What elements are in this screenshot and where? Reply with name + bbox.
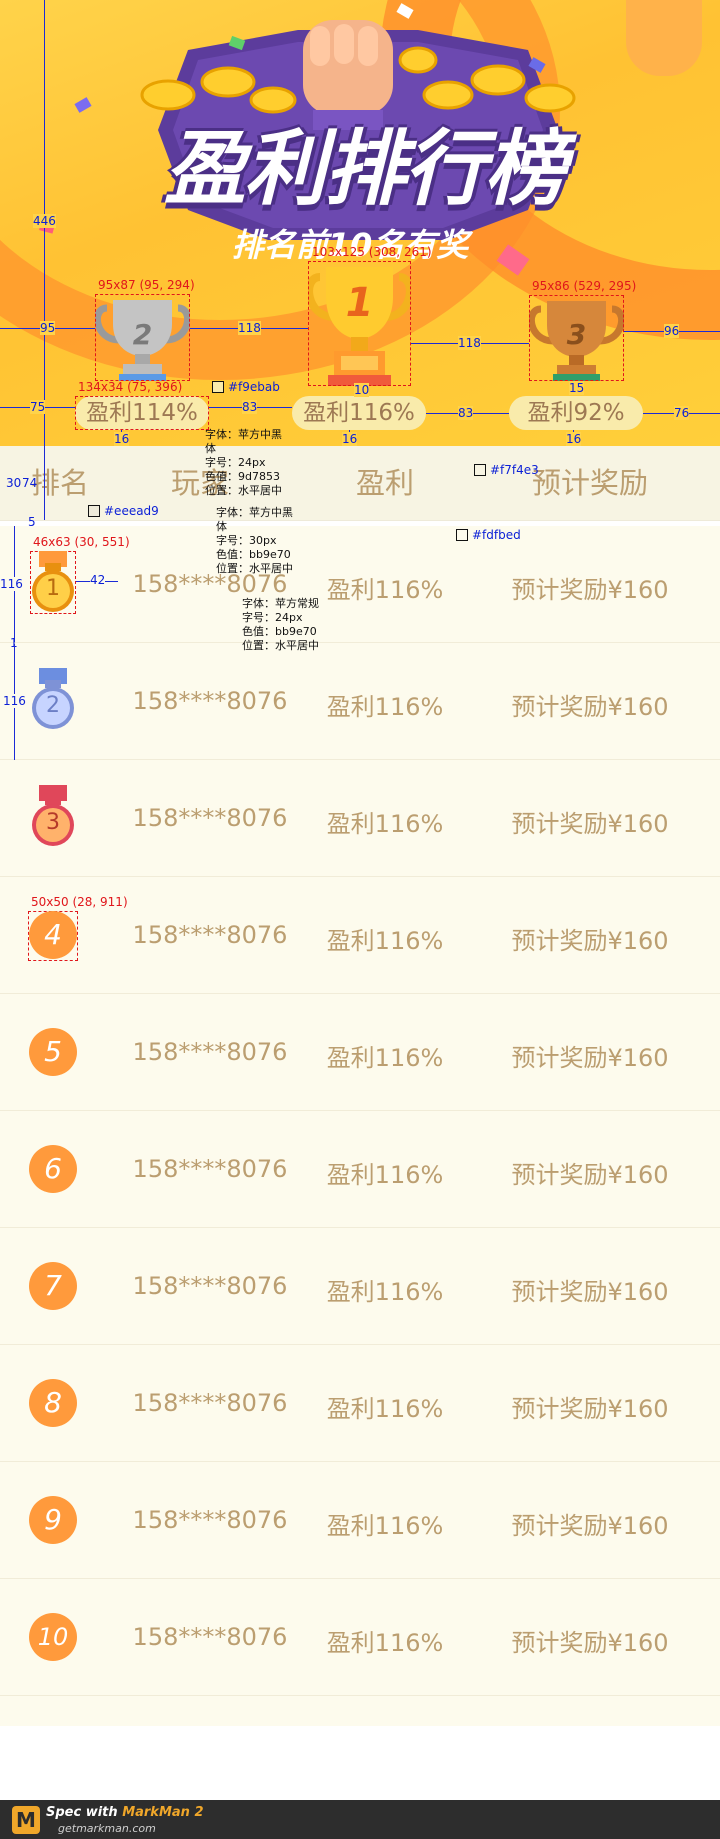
- podium-rank-2: 2: [132, 318, 153, 351]
- list-padding: [0, 1696, 720, 1726]
- podium-profit-3: 盈利92%: [509, 396, 643, 430]
- cell-player: 158****8076: [132, 1155, 288, 1183]
- cell-profit: 盈利116%: [326, 927, 444, 955]
- cell-player: 158****8076: [132, 1272, 288, 1300]
- cell-player: 158****8076: [132, 570, 288, 598]
- cell-reward: 预计奖励¥160: [511, 1629, 669, 1657]
- cell-profit: 盈利116%: [326, 1512, 444, 1540]
- podium-profit-1: 盈利116%: [292, 396, 426, 430]
- cell-reward: 预计奖励¥160: [511, 1395, 669, 1423]
- banner: 盈利排行榜 排名前10名有奖 2 1 3 盈利114% 盈利116% 盈利92%: [0, 0, 720, 446]
- rank-badge: 9: [29, 1496, 77, 1544]
- cell-player: 158****8076: [132, 1506, 288, 1534]
- cell-reward: 预计奖励¥160: [511, 1044, 669, 1072]
- banner-title: 盈利排行榜: [164, 122, 566, 217]
- podium-rank-1: 1: [345, 280, 374, 326]
- cell-profit: 盈利116%: [326, 810, 444, 838]
- rank-badge: 5: [29, 1028, 77, 1076]
- cell-reward: 预计奖励¥160: [511, 1512, 669, 1540]
- cell-player: 158****8076: [132, 1389, 288, 1417]
- cell-profit: 盈利116%: [326, 1161, 444, 1189]
- cell-reward: 预计奖励¥160: [511, 810, 669, 838]
- cell-profit: 盈利116%: [326, 1395, 444, 1423]
- rank-badge: 8: [29, 1379, 77, 1427]
- rank-badge: 4: [29, 911, 77, 959]
- banner-corner-tab: [626, 0, 702, 76]
- cell-player: 158****8076: [132, 1623, 288, 1651]
- podium-profit-2: 盈利114%: [75, 396, 209, 430]
- cell-profit: 盈利116%: [326, 1044, 444, 1072]
- footer-url: getmarkman.com: [58, 1822, 156, 1835]
- cell-profit: 盈利116%: [326, 1629, 444, 1657]
- cell-player: 158****8076: [132, 804, 288, 832]
- markman-footer: M Spec with MarkMan 2 getmarkman.com: [0, 1800, 720, 1839]
- rank-number: 1: [46, 576, 60, 601]
- footer-brand: Spec with MarkMan 2: [46, 1805, 204, 1820]
- markman-logo-icon: M: [12, 1806, 40, 1834]
- rank-badge: 7: [29, 1262, 77, 1310]
- cell-reward: 预计奖励¥160: [511, 1278, 669, 1306]
- header-player: 玩家: [170, 466, 229, 500]
- cell-reward: 预计奖励¥160: [511, 927, 669, 955]
- cell-player: 158****8076: [132, 1038, 288, 1066]
- cell-reward: 预计奖励¥160: [511, 1161, 669, 1189]
- cell-player: 158****8076: [132, 921, 288, 949]
- header-rank: 排名: [30, 466, 89, 500]
- header-profit: 盈利: [355, 466, 414, 500]
- cell-reward: 预计奖励¥160: [511, 576, 669, 604]
- rank-number: 3: [46, 810, 60, 835]
- cell-reward: 预计奖励¥160: [511, 693, 669, 721]
- header-reward: 预计奖励: [531, 466, 648, 500]
- rank-number: 2: [46, 693, 60, 718]
- cell-profit: 盈利116%: [326, 576, 444, 604]
- rank-badge: 6: [29, 1145, 77, 1193]
- cell-profit: 盈利116%: [326, 1278, 444, 1306]
- cell-player: 158****8076: [132, 687, 288, 715]
- rank-badge: 10: [29, 1613, 77, 1661]
- cell-profit: 盈利116%: [326, 693, 444, 721]
- banner-subtitle: 排名前10名有奖: [231, 226, 469, 264]
- podium-rank-3: 3: [566, 318, 587, 351]
